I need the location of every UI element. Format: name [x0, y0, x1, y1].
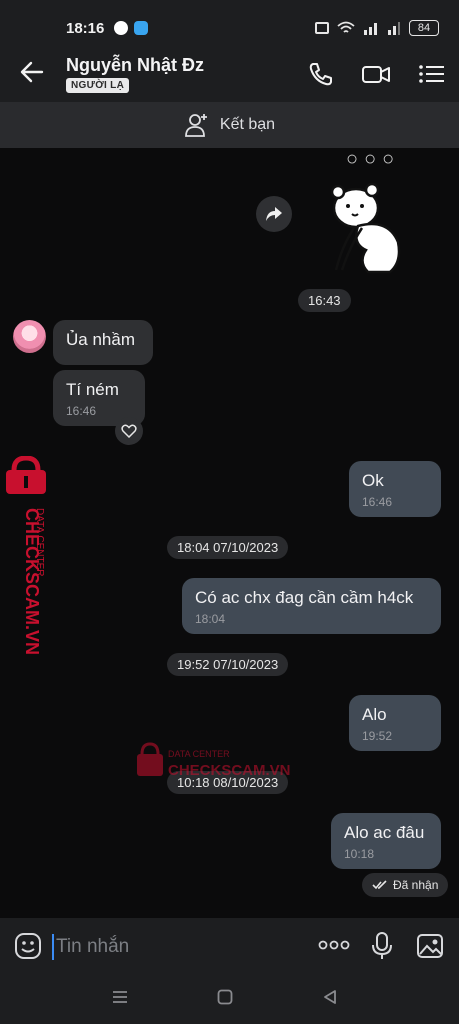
image-icon[interactable] — [416, 932, 444, 960]
add-friend-icon — [185, 114, 207, 137]
message-bubble-out[interactable]: Ok 16:46 — [349, 461, 441, 517]
message-text: Ủa nhầm — [66, 330, 135, 349]
wifi-icon — [337, 21, 355, 33]
date-divider: 18:04 07/10/2023 — [167, 536, 289, 559]
message-text: Có ac chx đag cần cầm h4ck — [195, 588, 414, 607]
react-button[interactable] — [115, 417, 143, 445]
recent-apps-icon[interactable] — [112, 989, 128, 1005]
delivery-status-label: Đã nhận — [393, 878, 439, 892]
date-divider: 19:52 07/10/2023 — [167, 653, 289, 676]
vibrate-icon — [315, 22, 329, 34]
double-check-icon — [372, 880, 387, 890]
app-notification-icon — [134, 21, 149, 35]
microphone-icon[interactable] — [372, 932, 392, 960]
message-bubble-in[interactable]: Ủa nhầm — [53, 320, 153, 365]
message-time: 19:52 — [362, 729, 393, 743]
forward-icon — [266, 207, 282, 221]
time-divider: 16:43 — [298, 289, 351, 312]
message-time: 16:46 — [66, 404, 97, 418]
bear-sticker[interactable] — [328, 180, 408, 280]
messenger-notification-icon — [114, 21, 129, 35]
signal-icon — [364, 23, 377, 35]
emoji-icon[interactable] — [14, 932, 42, 960]
message-text: Tí ném — [66, 380, 119, 399]
chat-header: Nguyễn Nhật Đz NGƯỜI LẠ — [0, 46, 459, 102]
stranger-badge: NGƯỜI LẠ — [66, 78, 130, 93]
message-text: Alo — [362, 705, 387, 724]
message-input[interactable]: Tin nhắn — [52, 934, 252, 960]
back-nav-icon[interactable] — [322, 989, 338, 1005]
delivery-status: Đã nhận — [362, 873, 449, 897]
menu-icon[interactable] — [417, 60, 447, 88]
message-composer: Tin nhắn — [0, 918, 459, 974]
contact-avatar[interactable] — [13, 320, 46, 353]
message-bubble-out[interactable]: Alo 19:52 — [349, 695, 441, 751]
status-time: 18:16 — [66, 19, 105, 37]
add-friend-bar[interactable]: Kết bạn — [0, 102, 459, 148]
forward-button[interactable] — [256, 196, 292, 232]
home-icon[interactable] — [217, 989, 233, 1005]
message-time: 18:04 — [195, 612, 226, 626]
message-text: Ok — [362, 471, 384, 490]
back-arrow-icon[interactable] — [18, 58, 46, 86]
message-text: Alo ac đâu — [344, 823, 425, 842]
watermark-caption: DATA CENTER — [34, 508, 45, 577]
signal-icon-2 — [388, 22, 400, 35]
message-time: 10:18 — [344, 847, 375, 861]
add-friend-label: Kết bạn — [219, 116, 276, 133]
watermark-brand: CHECKSCAM.VN — [168, 762, 291, 779]
checkscam-watermark-center: DATA CENTER CHECKSCAM.VN — [137, 742, 291, 779]
more-dots-icon[interactable]: ○○○ — [346, 148, 400, 171]
contact-name[interactable]: Nguyễn Nhật Đz — [66, 55, 204, 76]
message-bubble-out[interactable]: Alo ac đâu 10:18 — [331, 813, 441, 869]
more-options-icon[interactable] — [318, 940, 350, 950]
watermark-caption: DATA CENTER — [168, 749, 230, 759]
battery-indicator: 84 — [409, 20, 439, 36]
system-nav-bar — [0, 974, 459, 1024]
checkscam-watermark: CHECKSCAM.VN DATA CENTER — [6, 456, 46, 655]
video-call-icon[interactable] — [361, 60, 391, 88]
phone-icon[interactable] — [306, 60, 336, 88]
message-time: 16:46 — [362, 495, 393, 509]
heart-icon — [121, 424, 137, 438]
message-bubble-out[interactable]: Có ac chx đag cần cầm h4ck 18:04 — [182, 578, 441, 634]
